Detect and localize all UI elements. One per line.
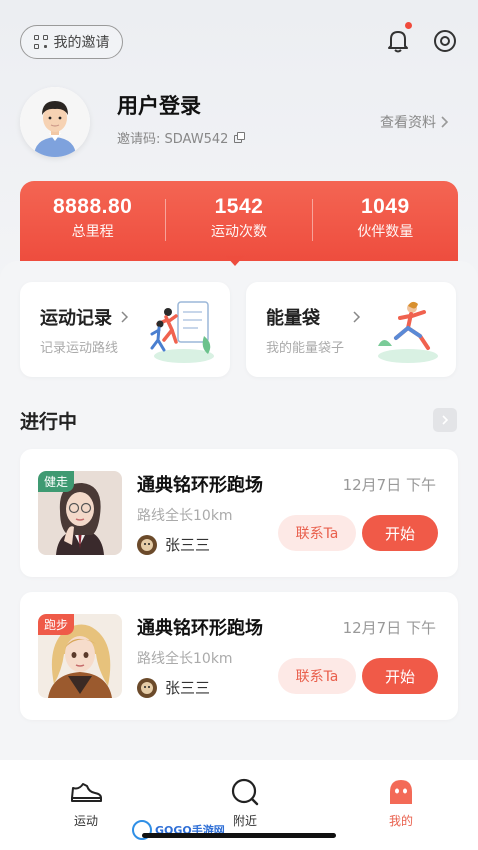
stat-value: 8888.80: [52, 195, 133, 218]
tab-label: 附近: [232, 814, 257, 828]
stat-label: 伙伴数量: [357, 224, 414, 240]
shoe-icon: [71, 783, 102, 802]
stats-notch: [226, 256, 244, 266]
contact-button[interactable]: 联系Ta: [278, 515, 356, 551]
route-card[interactable]: 健走 通典铭环形跑场 12月7日 下午 路线全长10km 张三三 联系Ta 开始: [20, 449, 458, 577]
bell-icon[interactable]: [385, 28, 411, 54]
profile-icon: [390, 780, 412, 804]
invite-code-text: 邀请码: SDAW542: [117, 132, 229, 147]
home-indicator: [142, 833, 336, 838]
chevron-right-icon: [353, 311, 361, 323]
my-invite-button[interactable]: 我的邀请: [20, 25, 123, 59]
route-date: 12月7日 下午: [342, 476, 436, 494]
route-date: 12月7日 下午: [342, 619, 436, 637]
invite-code: 邀请码: SDAW542: [117, 128, 246, 147]
user-name: 张三三: [165, 536, 211, 554]
card-title: 运动记录: [40, 304, 129, 330]
my-invite-label: 我的邀请: [53, 35, 110, 51]
activity-tag: 健走: [38, 471, 75, 492]
route-name: 通典铭环形跑场: [137, 475, 263, 496]
avatar[interactable]: [20, 87, 90, 157]
username[interactable]: 用户登录: [117, 90, 201, 120]
card-title: 能量袋: [266, 304, 361, 330]
tab-mine[interactable]: 我的: [371, 778, 431, 829]
stat-partner-count[interactable]: 1049 伙伴数量: [313, 195, 458, 241]
route-card[interactable]: 跑步 通典铭环形跑场 12月7日 下午 路线全长10km 张三三 联系Ta 开始: [20, 592, 458, 720]
view-profile-link[interactable]: 查看资料: [380, 112, 450, 132]
stats-banner: 8888.80 总里程 1542 运动次数 1049 伙伴数量: [20, 181, 458, 261]
runner-woman-illustration-icon: [378, 301, 438, 363]
in-progress-title: 进行中: [20, 411, 78, 433]
route-length: 路线全长10km: [137, 508, 233, 524]
view-profile-label: 查看资料: [380, 115, 436, 131]
energy-bag-card[interactable]: 能量袋 我的能量袋子: [246, 282, 456, 377]
card-subtitle: 我的能量袋子: [266, 341, 345, 356]
stat-workout-count[interactable]: 1542 运动次数: [166, 195, 311, 241]
stat-value: 1049: [360, 195, 410, 218]
route-user: 张三三: [137, 677, 210, 698]
runners-illustration-icon: [150, 301, 214, 363]
user-avatar-icon: [137, 677, 157, 698]
copy-icon[interactable]: [234, 132, 246, 143]
start-button[interactable]: 开始: [362, 515, 438, 551]
tab-label: 运动: [73, 814, 98, 828]
stat-value: 1542: [214, 195, 264, 218]
route-length: 路线全长10km: [137, 651, 233, 667]
stat-total-distance[interactable]: 8888.80 总里程: [20, 195, 165, 241]
user-name: 张三三: [165, 679, 211, 697]
search-icon: [231, 778, 259, 806]
settings-icon[interactable]: [432, 28, 458, 54]
card-title-text: 运动记录: [40, 308, 112, 329]
card-subtitle: 记录运动路线: [40, 341, 119, 356]
workout-record-card[interactable]: 运动记录 记录运动路线: [20, 282, 230, 377]
notification-dot: [405, 22, 412, 29]
chevron-right-icon: [441, 116, 449, 128]
route-user: 张三三: [137, 534, 210, 555]
tab-sport[interactable]: 运动: [56, 778, 116, 829]
activity-tag: 跑步: [38, 614, 75, 635]
stat-label: 总里程: [71, 224, 114, 240]
qr-code-icon: [33, 35, 48, 49]
stat-label: 运动次数: [210, 224, 267, 240]
more-button[interactable]: [433, 408, 457, 432]
start-button[interactable]: 开始: [362, 658, 438, 694]
chevron-right-icon: [442, 415, 449, 425]
card-title-text: 能量袋: [266, 308, 320, 329]
route-name: 通典铭环形跑场: [137, 618, 263, 639]
route-photo: 跑步: [38, 614, 122, 698]
chevron-right-icon: [121, 311, 129, 323]
route-photo: 健走: [38, 471, 122, 555]
contact-button[interactable]: 联系Ta: [278, 658, 356, 694]
user-avatar-icon: [137, 534, 157, 555]
tab-label: 我的: [388, 814, 413, 828]
